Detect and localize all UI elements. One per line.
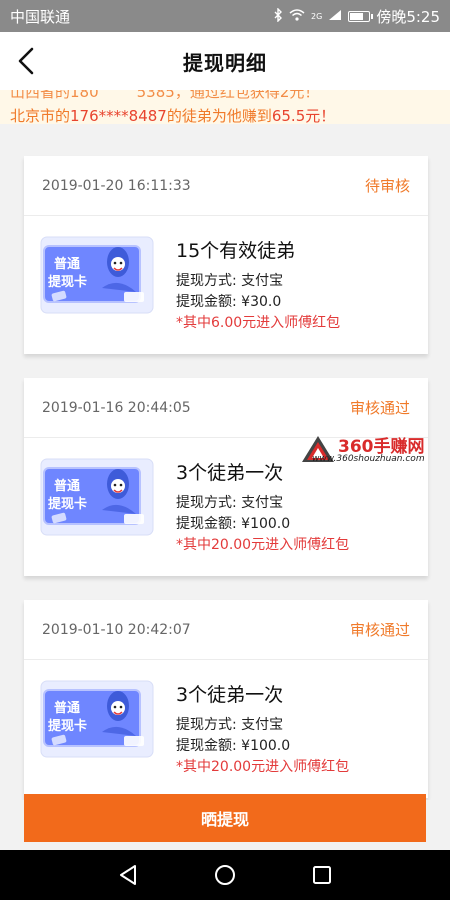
marquee-line-1: 山西省的180 5385，通过红包获得2元！ [10, 90, 319, 102]
method-value: 支付宝 [241, 495, 284, 511]
amount-label: 提现金额: [176, 738, 237, 754]
battery-icon [348, 10, 374, 22]
share-withdrawal-button[interactable]: 晒提现 [24, 794, 426, 842]
system-back-button[interactable] [113, 860, 143, 890]
chevron-left-icon [18, 47, 34, 75]
back-button[interactable] [8, 42, 44, 80]
method-value: 支付宝 [241, 717, 284, 733]
record-info: 15个有效徒弟 提现方式: 支付宝 提现金额: ¥30.0 *其中6.00元进入… [176, 236, 340, 334]
marquee-line-1-suffix: 5385，通过红包获得2元！ [136, 90, 320, 101]
record-time: 2019-01-16 20:44:05 [42, 399, 191, 416]
record-title: 3个徒弟一次 [176, 684, 284, 706]
card-text-top: 普通 [54, 478, 80, 494]
record-amount: 提现金额: ¥100.0 [176, 514, 349, 535]
marquee-line-2: 北京市的176****8487的徒弟为他赚到65.5元！ [10, 105, 335, 124]
record-amount: 提现金额: ¥100.0 [176, 736, 349, 757]
record-amount: 提现金额: ¥30.0 [176, 292, 340, 313]
amount-value: ¥100.0 [241, 516, 291, 532]
signal-icon [328, 9, 342, 24]
amount-label: 提现金额: [176, 516, 237, 532]
withdrawal-record-card[interactable]: 2019-01-10 20:42:07 审核通过 普通 提现卡 3个徒弟一次 提… [24, 600, 428, 798]
status-bar: 中国联通 2G 傍晚5:25 [0, 0, 450, 32]
system-nav-bar [0, 850, 450, 900]
record-status: 审核通过 [349, 399, 410, 417]
record-method: 提现方式: 支付宝 [176, 493, 349, 514]
withdrawal-record-card[interactable]: 2019-01-20 16:11:33 待审核 普通 提现卡 15个有效徒弟 提… [24, 156, 428, 354]
wifi-icon [289, 8, 305, 24]
card-text-bottom: 提现卡 [48, 718, 87, 734]
card-text-top: 普通 [54, 256, 80, 272]
marquee-phone: 176****8487 [70, 107, 167, 124]
card-text-top: 普通 [54, 700, 80, 716]
record-title: 15个有效徒弟 [176, 240, 296, 262]
back-triangle-icon [120, 865, 137, 885]
record-info: 3个徒弟一次 提现方式: 支付宝 提现金额: ¥100.0 *其中20.00元进… [176, 458, 349, 556]
carrier-label: 中国联通 [10, 7, 71, 26]
record-body: 普通 提现卡 15个有效徒弟 提现方式: 支付宝 提现金额: ¥30.0 *其中… [24, 216, 428, 354]
record-header: 2019-01-10 20:42:07 审核通过 [24, 600, 428, 660]
amount-value: ¥30.0 [241, 294, 282, 310]
announcement-marquee: 山西省的180 5385，通过红包获得2元！ 北京市的176****8487的徒弟… [0, 90, 450, 124]
record-method: 提现方式: 支付宝 [176, 271, 340, 292]
battery-level [350, 12, 364, 20]
marquee-amount: 65.5元！ [271, 107, 336, 124]
record-note: *其中6.00元进入师傅红包 [176, 315, 341, 331]
method-label: 提现方式: [176, 717, 237, 733]
withdraw-card-image: 普通 提现卡 [40, 680, 154, 758]
record-status: 审核通过 [349, 621, 410, 639]
watermark: 360手赚网 www.360shouzhuan.com [300, 432, 440, 466]
marquee-line-2-prefix: 北京市的 [10, 107, 71, 124]
record-note: *其中20.00元进入师傅红包 [176, 537, 350, 553]
status-time: 傍晚5:25 [376, 7, 440, 26]
method-label: 提现方式: [176, 495, 237, 511]
status-icons: 2G 傍晚5:25 [273, 6, 440, 27]
withdraw-card-image: 普通 提现卡 [40, 236, 154, 314]
page-title: 提现明细 [183, 50, 267, 75]
record-method: 提现方式: 支付宝 [176, 715, 349, 736]
watermark-url: www.360shouzhuan.com [312, 454, 425, 464]
amount-value: ¥100.0 [241, 738, 291, 754]
record-header: 2019-01-20 16:11:33 待审核 [24, 156, 428, 216]
marquee-line-1-prefix: 山西省的180 [10, 90, 99, 101]
record-body: 普通 提现卡 3个徒弟一次 提现方式: 支付宝 提现金额: ¥100.0 *其中… [24, 660, 428, 798]
system-home-button[interactable] [210, 860, 240, 890]
record-time: 2019-01-10 20:42:07 [42, 621, 191, 638]
recents-square-icon [312, 866, 331, 884]
withdrawal-record-card[interactable]: 2019-01-16 20:44:05 审核通过 普通 提现卡 3个徒弟一次 提… [24, 378, 428, 576]
record-header: 2019-01-16 20:44:05 审核通过 [24, 378, 428, 438]
bluetooth-icon [273, 6, 283, 25]
amount-label: 提现金额: [176, 294, 237, 310]
record-status: 待审核 [364, 177, 410, 195]
home-circle-icon [214, 865, 235, 885]
method-label: 提现方式: [176, 273, 237, 289]
network-badge: 2G [311, 11, 323, 21]
card-text-bottom: 提现卡 [48, 274, 87, 290]
record-time: 2019-01-20 16:11:33 [42, 177, 191, 194]
record-info: 3个徒弟一次 提现方式: 支付宝 提现金额: ¥100.0 *其中20.00元进… [176, 680, 349, 778]
withdraw-card-image: 普通 提现卡 [40, 458, 154, 536]
card-text-bottom: 提现卡 [48, 496, 87, 512]
marquee-line-2-middle: 的徒弟为他赚到 [166, 107, 272, 124]
nav-bar: 提现明细 [0, 32, 450, 90]
record-note: *其中20.00元进入师傅红包 [176, 759, 350, 775]
system-recents-button[interactable] [307, 860, 337, 890]
method-value: 支付宝 [241, 273, 284, 289]
